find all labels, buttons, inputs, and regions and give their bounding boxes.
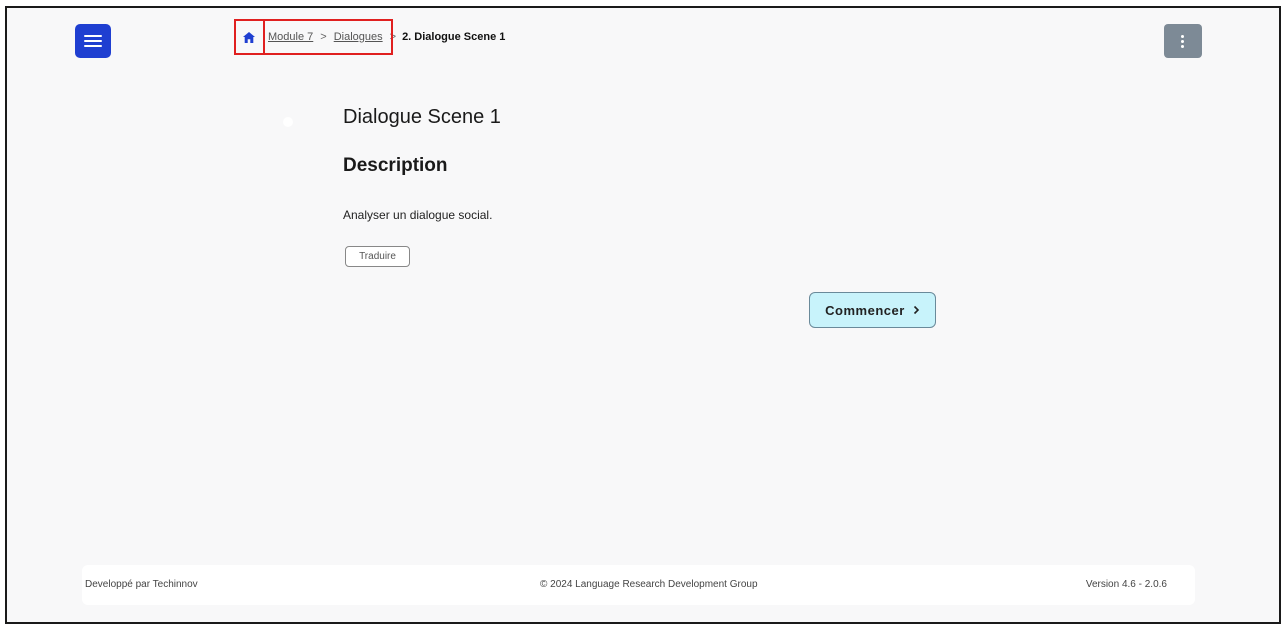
start-button-label: Commencer — [825, 302, 905, 318]
description-text: Analyser un dialogue social. — [343, 208, 493, 222]
breadcrumb-current: 2. Dialogue Scene 1 — [402, 31, 506, 43]
breadcrumb-separator: > — [320, 31, 327, 43]
home-icon — [243, 31, 255, 43]
section-title: Description — [343, 155, 448, 176]
footer: Developpé par Techinnov © 2024 Language … — [82, 565, 1195, 605]
chevron-right-icon — [913, 305, 919, 315]
breadcrumb-module[interactable]: Module 7 — [268, 31, 313, 43]
breadcrumb-separator: > — [389, 31, 397, 43]
breadcrumb-home[interactable] — [234, 19, 264, 55]
start-button[interactable]: Commencer — [809, 292, 936, 328]
menu-button[interactable] — [75, 24, 111, 58]
more-options-button[interactable] — [1164, 24, 1202, 58]
footer-copyright: © 2024 Language Research Development Gro… — [540, 579, 758, 590]
decorative-dot — [283, 117, 293, 127]
breadcrumb-dialogues[interactable]: Dialogues — [334, 31, 383, 43]
breadcrumb: Module 7 > Dialogues > 2. Dialogue Scene… — [234, 19, 505, 55]
footer-version: Version 4.6 - 2.0.6 — [1085, 579, 1167, 590]
translate-button[interactable]: Traduire — [345, 246, 410, 267]
page-title: Dialogue Scene 1 — [343, 106, 501, 128]
app-frame — [5, 6, 1281, 624]
footer-developer: Developpé par Techinnov — [85, 579, 198, 590]
